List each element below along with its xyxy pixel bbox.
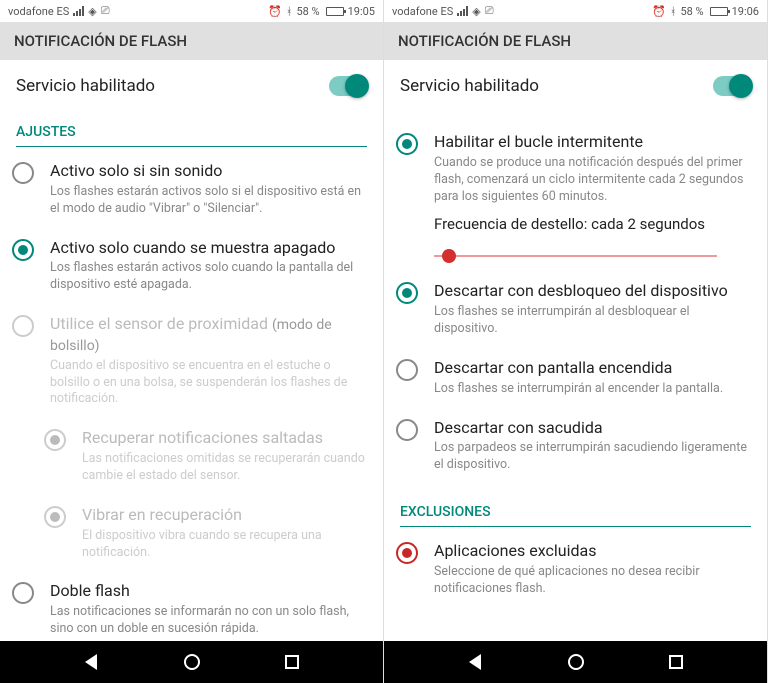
bluetooth-icon: ᚼ [670,5,677,18]
radio-icon[interactable] [396,359,418,381]
battery-icon [326,7,344,16]
option-dismiss-shake[interactable]: Descartar con sacudida Los parpadeos se … [384,408,767,485]
option-title: Activo solo si sin sonido [50,161,367,182]
radio-icon[interactable] [44,506,66,528]
option-vibrate-recovery[interactable]: Vibrar en recuperación El dispositivo vi… [0,495,383,572]
option-desc: Cuando el dispositivo se encuentra en el… [50,358,367,409]
battery-pct: 58 % [680,5,703,18]
slider-thumb[interactable] [442,249,456,263]
flash-frequency-slider[interactable] [434,255,717,257]
option-desc: Los flashes estarán activos solo cuando … [50,260,367,294]
page-title: NOTIFICACIÓN DE FLASH [384,22,767,60]
radio-icon[interactable] [396,419,418,441]
option-title: Habilitar el bucle intermitente [434,132,751,153]
option-desc: Los flashes se interrumpirán al encender… [434,381,751,398]
option-title: Utilice el sensor de proximidad (modo de… [50,314,367,356]
status-bar: vodafone ES ◈ ⎚ ⏰ ᚼ 58 % 19:05 [0,0,383,22]
slider-label: Frecuencia de destello: cada 2 segundos [384,215,767,233]
option-title: Descartar con desbloqueo del dispositivo [434,281,751,302]
nav-home-button[interactable] [182,652,202,672]
clock: 19:05 [348,5,375,18]
radio-icon[interactable] [12,315,34,337]
option-title: Vibrar en recuperación [82,505,367,526]
option-title: Doble flash [50,581,367,602]
option-desc: Los parpadeos se interrumpirán sacudiend… [434,440,751,474]
option-title: Descartar con sacudida [434,418,751,439]
service-enabled-label: Servicio habilitado [16,76,329,96]
page-title: NOTIFICACIÓN DE FLASH [0,22,383,60]
cast-icon: ⎚ [101,4,110,18]
option-title: Recuperar notificaciones saltadas [82,428,367,449]
option-desc: Las notificaciones omitidas se recuperar… [82,451,367,485]
battery-pct: 58 % [296,5,319,18]
option-dismiss-unlock[interactable]: Descartar con desbloqueo del dispositivo… [384,271,767,348]
option-desc: Cuando se produce una notificación despu… [434,155,751,206]
radio-icon[interactable] [396,133,418,155]
radio-icon[interactable] [396,282,418,304]
option-active-screen-off[interactable]: Activo solo cuando se muestra apagado Lo… [0,228,383,305]
option-title: Aplicaciones excluidas [434,541,751,562]
option-recover-skipped[interactable]: Recuperar notificaciones saltadas Las no… [0,418,383,495]
radio-icon[interactable] [12,582,34,604]
option-enable-loop[interactable]: Habilitar el bucle intermitente Cuando s… [384,122,767,215]
option-desc: Los flashes se interrumpirán al desbloqu… [434,304,751,338]
service-enabled-toggle[interactable] [713,76,751,96]
alarm-icon: ⏰ [268,5,282,18]
option-active-silent[interactable]: Activo solo si sin sonido Los flashes es… [0,151,383,228]
wifi-icon: ◈ [88,5,96,18]
wifi-icon: ◈ [472,5,480,18]
option-dismiss-screen-on[interactable]: Descartar con pantalla encendida Los fla… [384,348,767,408]
service-enabled-toggle[interactable] [329,76,367,96]
clock: 19:06 [732,5,759,18]
radio-icon[interactable] [12,239,34,261]
nav-recent-button[interactable] [666,652,686,672]
cast-icon: ⎚ [485,4,494,18]
screen-right: vodafone ES ◈ ⎚ ⏰ ᚼ 58 % 19:06 NOTIFICAC… [384,0,768,683]
option-double-flash[interactable]: Doble flash Las notificaciones se inform… [0,571,383,641]
option-proximity-sensor[interactable]: Utilice el sensor de proximidad (modo de… [0,304,383,418]
carrier-label: vodafone ES [8,5,69,18]
screen-left: vodafone ES ◈ ⎚ ⏰ ᚼ 58 % 19:05 NOTIFICAC… [0,0,384,683]
option-desc: Los flashes estarán activos solo si el d… [50,184,367,218]
option-desc: Las notificaciones se informarán no con … [50,604,367,638]
option-excluded-apps[interactable]: Aplicaciones excluidas Seleccione de qué… [384,531,767,608]
radio-icon[interactable] [44,429,66,451]
nav-recent-button[interactable] [282,652,302,672]
nav-back-button[interactable] [81,652,101,672]
nav-home-button[interactable] [566,652,586,672]
option-title: Activo solo cuando se muestra apagado [50,238,367,259]
bluetooth-icon: ᚼ [286,5,293,18]
alarm-icon: ⏰ [652,5,666,18]
settings-content[interactable]: Servicio habilitado AJUSTES Activo solo … [0,60,383,641]
carrier-label: vodafone ES [392,5,453,18]
battery-icon [710,7,728,16]
section-exclusiones: EXCLUSIONES [400,484,751,527]
section-ajustes: AJUSTES [16,104,367,147]
radio-icon[interactable] [12,162,34,184]
option-desc: Seleccione de qué aplicaciones no desea … [434,564,751,598]
settings-content[interactable]: Servicio habilitado Habilitar el bucle i… [384,60,767,641]
option-title: Descartar con pantalla encendida [434,358,751,379]
signal-icon [457,6,468,16]
nav-back-button[interactable] [465,652,485,672]
nav-bar [0,641,383,683]
nav-bar [384,641,767,683]
service-enabled-label: Servicio habilitado [400,76,713,96]
radio-icon[interactable] [396,542,418,564]
status-bar: vodafone ES ◈ ⎚ ⏰ ᚼ 58 % 19:06 [384,0,767,22]
option-desc: El dispositivo vibra cuando se recupera … [82,528,367,562]
signal-icon [73,6,84,16]
